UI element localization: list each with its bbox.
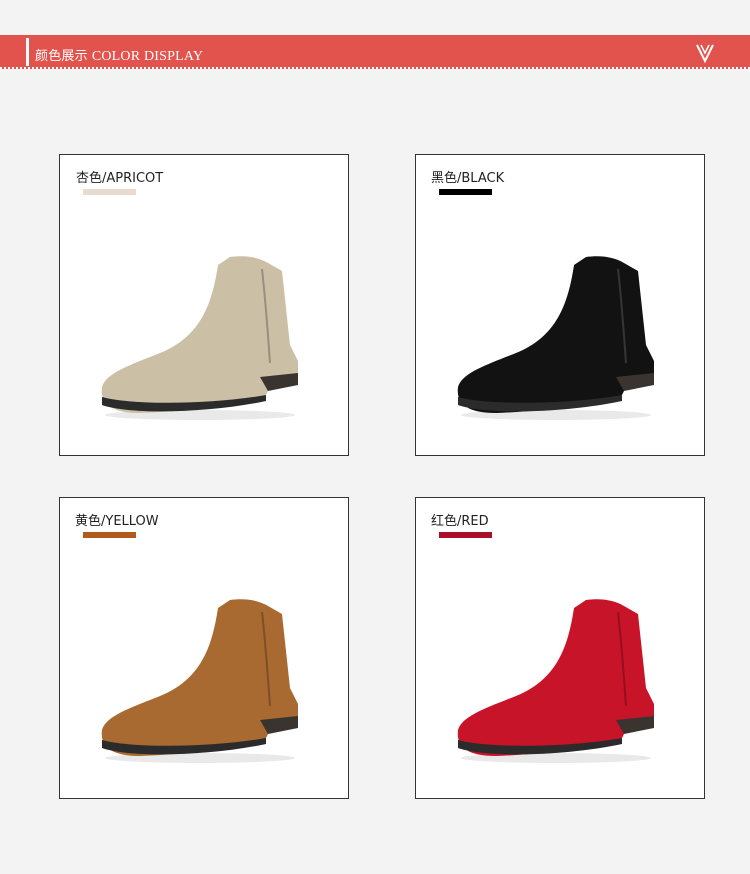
boot-image	[457, 256, 654, 420]
color-label: 黄色/YELLOW	[75, 514, 159, 529]
color-label: 杏色/APRICOT	[76, 171, 164, 186]
boot-image	[101, 599, 298, 763]
color-card-black[interactable]: 黑色/BLACK	[415, 154, 705, 456]
color-swatch	[83, 532, 136, 538]
banner-title-en: COLOR DISPLAY	[91, 49, 204, 64]
color-swatch	[83, 189, 136, 195]
section-banner: 颜色展示 COLOR DISPLAY	[0, 35, 750, 69]
color-swatch	[439, 532, 492, 538]
banner-title-cn: 颜色展示	[35, 49, 88, 64]
banner-dotted-line	[0, 67, 750, 69]
color-label: 黑色/BLACK	[431, 171, 505, 186]
color-card-yellow[interactable]: 黄色/YELLOW	[59, 497, 349, 799]
color-card-red[interactable]: 红色/RED	[415, 497, 705, 799]
boot-image	[457, 599, 654, 763]
banner-title: 颜色展示 COLOR DISPLAY	[35, 45, 203, 65]
color-card-apricot[interactable]: 杏色/APRICOT	[59, 154, 349, 456]
color-swatch	[439, 189, 492, 195]
color-label: 红色/RED	[431, 514, 489, 529]
banner-bar	[26, 38, 29, 66]
chevron-down-icon	[696, 44, 714, 64]
boot-image	[101, 256, 298, 420]
